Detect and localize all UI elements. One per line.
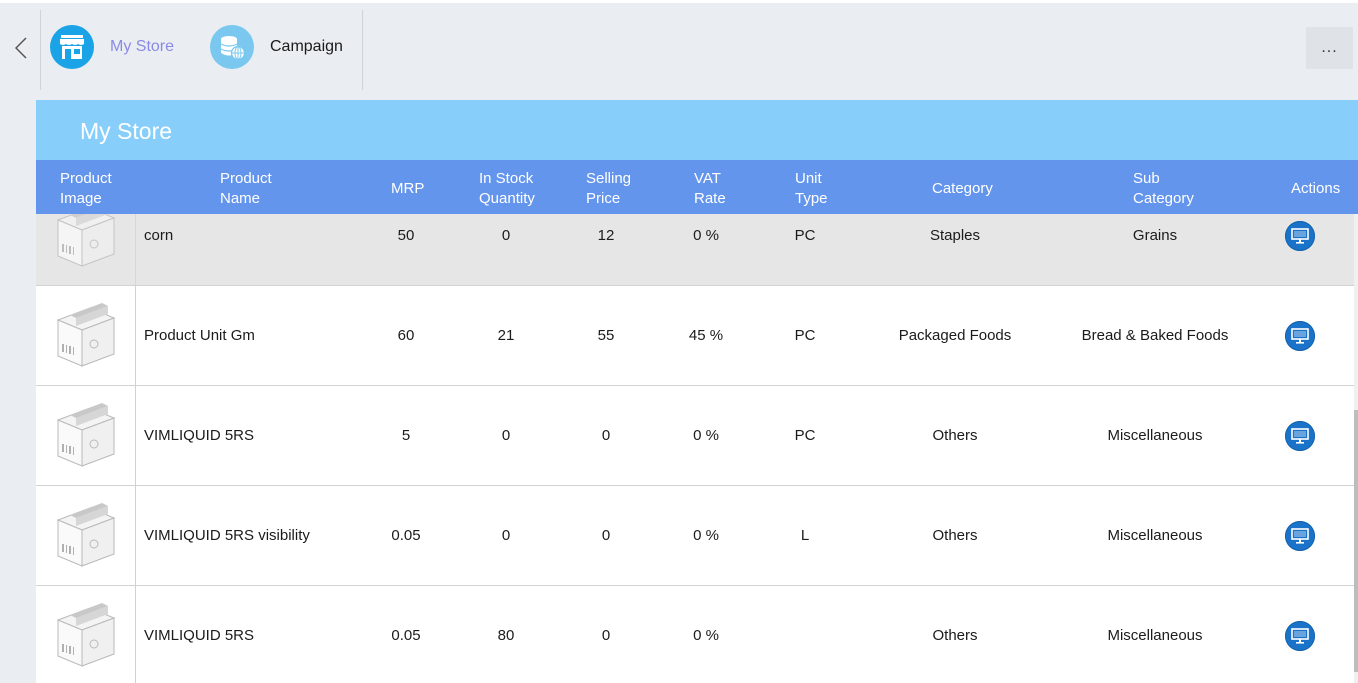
monitor-icon xyxy=(1291,328,1309,344)
top-divider xyxy=(0,0,1358,3)
cell-category: Others xyxy=(932,627,978,644)
cell-product-name: VIMLIQUID 5RS xyxy=(144,627,255,644)
monitor-icon xyxy=(1291,628,1309,644)
product-box-placeholder-icon xyxy=(56,303,116,367)
monitor-icon xyxy=(1291,228,1309,244)
cell-selling-price: 12 xyxy=(597,227,615,244)
product-image xyxy=(36,586,136,683)
nav-item-campaign[interactable]: Campaign xyxy=(210,24,343,70)
cell-selling-price: 0 xyxy=(601,427,611,444)
table-row[interactable]: VIMLIQUID 5RS 0.05 80 0 0 % Others Miscellaneo… xyxy=(36,586,1354,683)
cell-vat-rate: 45 % xyxy=(688,327,724,344)
product-box-placeholder-icon xyxy=(56,603,116,667)
cell-sub-category: Miscellaneous xyxy=(1107,427,1203,444)
header-in-stock-quantity: In Stock Quantity xyxy=(479,170,535,207)
cell-unit-type: PC xyxy=(794,227,816,244)
cell-category: Staples xyxy=(929,227,981,244)
product-box-placeholder-icon xyxy=(56,503,116,567)
cell-unit-type: L xyxy=(800,527,810,544)
cell-sub-category: Grains xyxy=(1132,227,1178,244)
cell-selling-price: 0 xyxy=(601,627,611,644)
view-details-button[interactable] xyxy=(1285,221,1315,251)
more-options-button[interactable]: ... xyxy=(1306,27,1353,69)
header-category: Category xyxy=(932,180,993,197)
nav-item-my-store[interactable]: My Store xyxy=(50,24,174,70)
cell-vat-rate: 0 % xyxy=(693,627,719,644)
header-vat-rate: VAT Rate xyxy=(694,170,726,207)
page-title-bar: My Store xyxy=(36,100,1358,160)
cell-vat-rate: 0 % xyxy=(693,227,719,244)
cell-category: Packaged Foods xyxy=(898,327,1012,344)
cell-selling-price: 0 xyxy=(601,527,611,544)
cell-category: Others xyxy=(932,427,978,444)
product-box-placeholder-icon xyxy=(56,403,116,467)
table-row[interactable]: VIMLIQUID 5RS visibility 0.05 0 0 0 % L Others… xyxy=(36,486,1354,586)
header-sub-category: Sub Category xyxy=(1133,170,1194,207)
cell-in-stock-quantity: 0 xyxy=(501,227,511,244)
cell-unit-type: PC xyxy=(794,327,816,344)
header-selling-price: Selling Price xyxy=(586,170,632,207)
cell-vat-rate: 0 % xyxy=(693,527,719,544)
back-button[interactable] xyxy=(8,34,34,62)
cell-product-name: VIMLIQUID 5RS visibility xyxy=(144,527,310,544)
cell-category: Others xyxy=(932,527,978,544)
view-details-button[interactable] xyxy=(1285,521,1315,551)
store-icon xyxy=(50,25,94,69)
nav-tabs: My Store Campaign xyxy=(40,10,363,90)
product-image xyxy=(36,486,136,585)
product-image xyxy=(36,214,136,285)
header-product-name: Product Name xyxy=(220,170,272,207)
table-header: Product Image Product Name MRP In Stock … xyxy=(36,160,1358,214)
table-row[interactable]: Product Unit Gm 60 21 55 45 % PC Packaged Food… xyxy=(36,286,1354,386)
cell-mrp: 60 xyxy=(397,327,415,344)
cell-mrp: 50 xyxy=(397,227,415,244)
view-details-button[interactable] xyxy=(1285,621,1315,651)
cell-mrp: 0.05 xyxy=(391,627,421,644)
vertical-scrollbar[interactable] xyxy=(1354,214,1358,683)
product-box-placeholder-icon xyxy=(56,214,116,267)
product-image xyxy=(36,286,136,385)
cell-product-name: corn xyxy=(144,227,174,244)
product-image xyxy=(36,386,136,485)
table-row[interactable]: VIMLIQUID 5RS 5 0 0 0 % PC Others Miscellaneous xyxy=(36,386,1354,486)
top-navigation-bar: My Store Campaign ... xyxy=(0,0,1358,100)
nav-item-label: My Store xyxy=(110,38,175,55)
cell-in-stock-quantity: 80 xyxy=(497,627,515,644)
header-mrp: MRP xyxy=(391,180,425,197)
page-title: My Store xyxy=(80,118,173,144)
cell-in-stock-quantity: 21 xyxy=(497,327,515,344)
monitor-icon xyxy=(1291,428,1309,444)
cell-mrp: 5 xyxy=(401,427,411,444)
cell-in-stock-quantity: 0 xyxy=(501,427,511,444)
cell-selling-price: 55 xyxy=(597,327,615,344)
header-unit-type: Unit Type xyxy=(795,170,828,207)
cell-in-stock-quantity: 0 xyxy=(501,527,511,544)
cell-vat-rate: 0 % xyxy=(693,427,719,444)
cell-product-name: Product Unit Gm xyxy=(144,327,255,344)
cell-sub-category: Miscellaneous xyxy=(1107,527,1203,544)
chevron-left-icon xyxy=(15,37,27,59)
scrollbar-thumb[interactable] xyxy=(1354,410,1358,672)
cell-mrp: 0.05 xyxy=(391,527,421,544)
nav-item-label: Campaign xyxy=(270,38,343,55)
view-details-button[interactable] xyxy=(1285,321,1315,351)
cell-unit-type xyxy=(755,586,855,683)
cell-product-name: VIMLIQUID 5RS xyxy=(144,427,255,444)
cell-unit-type: PC xyxy=(794,427,816,444)
database-globe-icon xyxy=(210,25,254,69)
product-table-body[interactable]: corn 50 0 12 0 % PC Staples Grains Product Unit … xyxy=(36,214,1354,683)
header-product-image: Product Image xyxy=(60,170,112,207)
header-actions: Actions xyxy=(1291,180,1341,197)
cell-sub-category: Bread & Baked Foods xyxy=(1081,327,1229,344)
table-row[interactable]: corn 50 0 12 0 % PC Staples Grains xyxy=(36,214,1354,286)
cell-sub-category: Miscellaneous xyxy=(1107,627,1203,644)
monitor-icon xyxy=(1291,528,1309,544)
view-details-button[interactable] xyxy=(1285,421,1315,451)
